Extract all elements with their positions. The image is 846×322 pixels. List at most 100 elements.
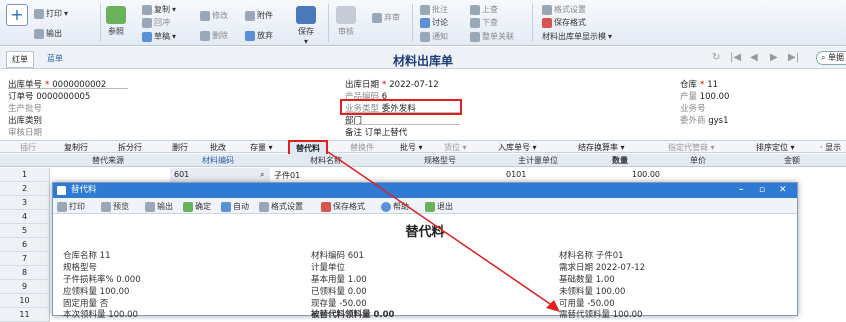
copy-icon xyxy=(142,4,152,15)
insert-row-button[interactable]: 插行 xyxy=(20,142,36,153)
abandon-button[interactable]: 弃审 xyxy=(372,12,400,23)
notify-button[interactable]: 通知 xyxy=(420,31,448,42)
dialog-preview-button[interactable]: 预览 xyxy=(101,201,129,212)
first-record-icon[interactable]: |◀ xyxy=(730,52,741,63)
lookup-icon[interactable]: ⌕ xyxy=(260,170,264,180)
batch-edit-button[interactable]: 批改 xyxy=(210,142,226,153)
next-record-icon[interactable]: ▶ xyxy=(770,52,778,63)
row-number: 6 xyxy=(0,238,50,252)
location-button[interactable]: 货位 ▾ xyxy=(444,142,467,153)
display-button[interactable]: · 显示 xyxy=(820,142,841,153)
prev-record-icon[interactable]: ◀ xyxy=(750,52,758,63)
close-icon[interactable]: ✕ xyxy=(779,183,787,198)
audit-button[interactable]: 审核 xyxy=(336,6,356,37)
dlg-substituted-issue: 被替代料领料量 0.00 xyxy=(311,310,395,320)
row-number: 3 xyxy=(0,196,50,210)
approve-button[interactable]: 批注 xyxy=(420,4,448,15)
cell-material-code[interactable]: 601 xyxy=(174,170,189,179)
new-button[interactable]: + xyxy=(6,4,28,26)
reference-button[interactable]: 参照 xyxy=(106,6,126,37)
dialog-format-settings-button[interactable]: 格式设置 xyxy=(259,201,303,212)
sort-locate-button[interactable]: 排序定位 ▾ xyxy=(756,142,795,153)
cell-unit[interactable]: 0101 xyxy=(506,170,526,179)
output-icon xyxy=(145,201,155,212)
order-no-field[interactable]: 订单号 0000000005 xyxy=(8,90,90,102)
cell-material-name[interactable]: 子件01 xyxy=(274,170,300,181)
save-format-button[interactable]: 保存格式 xyxy=(542,17,586,28)
prev-query-button[interactable]: 上查 xyxy=(470,4,498,15)
vendor-field[interactable]: 委外商 gys1 xyxy=(680,114,728,126)
warehouse-field[interactable]: 仓库 * 11 xyxy=(680,78,718,90)
row-number: 5 xyxy=(0,224,50,238)
row-number: 9 xyxy=(0,280,50,294)
audit-icon xyxy=(336,6,356,24)
check-icon xyxy=(183,201,193,212)
dialog-save-format-button[interactable]: 保存格式 xyxy=(321,201,365,212)
row-number: 11 xyxy=(0,308,50,322)
copy-row-button[interactable]: 复制行 xyxy=(64,142,88,153)
save-format-icon xyxy=(321,201,331,212)
dlg-issued: 已领料量 0.00 xyxy=(311,287,367,297)
save-button[interactable]: 保存 ▾ xyxy=(296,6,316,46)
dlg-material-code: 材料编码 601 xyxy=(311,251,364,261)
discard-button[interactable]: 放弃 xyxy=(245,30,273,41)
col-amount: 金额 xyxy=(784,156,800,165)
print-button[interactable]: 打印 ▾ xyxy=(34,8,68,19)
pushback-button[interactable]: 回冲 xyxy=(142,17,170,28)
dialog-help-button[interactable]: 帮助 xyxy=(381,201,409,212)
stock-button[interactable]: 存量 ▾ xyxy=(250,142,273,153)
discuss-button[interactable]: 讨论 xyxy=(420,17,448,28)
dialog-output-button[interactable]: 输出 xyxy=(145,201,173,212)
draft-button[interactable]: 草稿 ▾ xyxy=(142,31,176,42)
row-number: 1 xyxy=(0,168,50,182)
dlg-unit: 计量单位 xyxy=(311,263,346,273)
row-number: 2 xyxy=(0,182,50,196)
up-icon xyxy=(470,4,480,15)
dialog-exit-button[interactable]: 退出 xyxy=(425,201,453,212)
custodian-button[interactable]: 指定代管商 ▾ xyxy=(668,142,715,153)
dialog-confirm-button[interactable]: 确定 xyxy=(183,201,211,212)
grid-header: 替代来源 材料编码 材料名称 规格型号 主计量单位 数量 单价 金额 xyxy=(0,154,846,167)
outbound-category-field[interactable]: 出库类别 xyxy=(8,114,42,126)
replace-part-button[interactable]: 替换件 xyxy=(350,142,374,153)
remark-field[interactable]: 备注 订单上替代 xyxy=(345,126,407,138)
next-query-button[interactable]: 下查 xyxy=(470,17,498,28)
batch-no-button[interactable]: 批号 ▾ xyxy=(400,142,423,153)
inbound-no-button[interactable]: 入库单号 ▾ xyxy=(498,142,537,153)
cell-quantity[interactable]: 100.00 xyxy=(632,170,660,179)
discard-icon xyxy=(245,30,255,41)
divider xyxy=(412,4,413,42)
divider xyxy=(328,4,329,42)
printer-icon xyxy=(57,201,67,212)
col-quantity: 数量 xyxy=(612,156,628,165)
output-field[interactable]: 产量 100.00 xyxy=(680,90,729,102)
search-icon: ⌕ xyxy=(821,53,829,62)
col-material-code[interactable]: 材料编码 xyxy=(202,155,234,166)
biz-no-field[interactable]: 业务号 xyxy=(680,102,706,114)
batch-field[interactable]: 生产批号 xyxy=(8,102,42,114)
dialog-print-button[interactable]: 打印 xyxy=(57,201,85,212)
attach-button[interactable]: 附件 xyxy=(245,10,273,21)
output-button[interactable]: 输出 xyxy=(34,28,62,39)
maximize-icon[interactable]: ▫ xyxy=(759,183,765,198)
minimize-icon[interactable]: – xyxy=(739,183,744,198)
discuss-icon xyxy=(420,17,430,28)
linked-button[interactable]: 整单关联 xyxy=(470,31,514,42)
modify-button[interactable]: 修改 xyxy=(200,10,228,21)
conversion-rate-button[interactable]: 结存换算率 ▾ xyxy=(578,142,625,153)
last-record-icon[interactable]: ▶| xyxy=(788,52,799,63)
format-settings-button[interactable]: 格式设置 xyxy=(542,4,586,15)
refresh-icon[interactable]: ↻ xyxy=(712,52,720,63)
display-template-select[interactable]: 材料出库单显示模 ▾ xyxy=(542,31,612,42)
delete-icon xyxy=(200,30,210,41)
audit-date-field[interactable]: 审核日期 xyxy=(8,126,42,138)
search-input[interactable]: ⌕ 单据 xyxy=(816,51,846,65)
delete-button[interactable]: 删除 xyxy=(200,30,228,41)
copy-button[interactable]: 复制 ▾ xyxy=(142,4,176,15)
col-unit: 主计量单位 xyxy=(518,156,558,165)
delete-row-button[interactable]: 删行 xyxy=(172,142,188,153)
outbound-date-field[interactable]: 出库日期 * 2022-07-12 xyxy=(345,78,439,90)
dialog-auto-button[interactable]: 自动 xyxy=(221,201,249,212)
row-number: 7 xyxy=(0,252,50,266)
split-row-button[interactable]: 拆分行 xyxy=(118,142,142,153)
